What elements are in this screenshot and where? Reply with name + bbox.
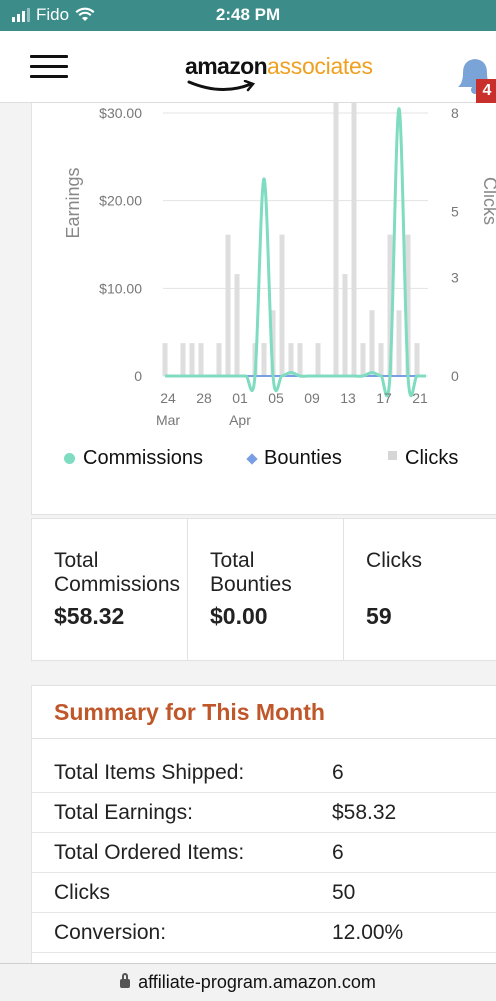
total-clicks-value: 59 bbox=[366, 603, 392, 629]
x-tick-label: 01 bbox=[232, 390, 248, 406]
x-tick-label: 28 bbox=[196, 390, 212, 406]
legend-commissions[interactable]: Commissions bbox=[64, 447, 203, 470]
y-tick-right: 5 bbox=[451, 204, 459, 220]
click-bar bbox=[315, 343, 321, 376]
total-commissions-cell: Total Commissions $58.32 bbox=[32, 519, 189, 660]
click-bar bbox=[342, 274, 348, 376]
chart-legend: Commissions Bounties Clicks bbox=[32, 447, 496, 475]
click-bar bbox=[351, 103, 357, 376]
browser-url-bar[interactable]: affiliate-program.amazon.com bbox=[0, 963, 496, 1000]
y-tick-right: 0 bbox=[451, 368, 459, 384]
click-bar bbox=[198, 343, 204, 376]
summary-row: Clicks 50 bbox=[32, 873, 496, 913]
url-text: affiliate-program.amazon.com bbox=[138, 972, 376, 992]
click-bar bbox=[162, 343, 168, 376]
legend-bounties-label: Bounties bbox=[264, 447, 342, 469]
legend-clicks[interactable]: Clicks bbox=[388, 447, 458, 470]
summary-row-value: 12.00% bbox=[332, 921, 404, 944]
legend-commissions-label: Commissions bbox=[83, 447, 204, 469]
x-tick-label: 21 bbox=[412, 390, 428, 406]
menu-icon[interactable] bbox=[30, 53, 68, 79]
legend-bounties-diamond bbox=[246, 452, 258, 465]
y-tick-right: 3 bbox=[451, 269, 459, 285]
x-tick-label: 09 bbox=[304, 390, 320, 406]
monthly-summary-card: Summary for This Month Total Items Shipp… bbox=[31, 685, 496, 975]
click-bar bbox=[225, 234, 231, 376]
summary-row-label: Conversion: bbox=[54, 921, 167, 944]
summary-row-value: 6 bbox=[332, 761, 344, 784]
total-commissions-value: $58.32 bbox=[54, 603, 125, 629]
logo-word-amazon: amazon bbox=[185, 53, 268, 79]
y-axis-label-right: Clicks bbox=[480, 177, 496, 225]
summary-row-label: Clicks bbox=[54, 881, 110, 904]
summary-row-value: 50 bbox=[332, 881, 356, 904]
y-tick-left: 0 bbox=[134, 368, 142, 384]
legend-bounties[interactable]: Bounties bbox=[246, 447, 342, 470]
total-bounties-label: Total Bounties bbox=[210, 549, 292, 596]
commissions-line bbox=[165, 107, 426, 398]
y-tick-right: 8 bbox=[451, 105, 459, 121]
logo-word-associates: associates bbox=[267, 53, 373, 79]
summary-row: Total Items Shipped: 6 bbox=[32, 753, 496, 793]
y-tick-left: $20.00 bbox=[99, 193, 142, 209]
summary-row-label: Total Earnings: bbox=[54, 801, 193, 824]
summary-row: Total Earnings: $58.32 bbox=[32, 793, 496, 833]
clock: 2:48 PM bbox=[215, 5, 281, 24]
summary-row-value: 6 bbox=[332, 841, 344, 864]
y-tick-left: $10.00 bbox=[99, 280, 142, 296]
x-tick-label: 17 bbox=[376, 390, 392, 406]
x-tick-label: 24 bbox=[160, 390, 176, 406]
notification-badge[interactable]: 4 bbox=[476, 79, 496, 103]
click-bar bbox=[378, 343, 384, 376]
legend-commissions-dot bbox=[64, 453, 75, 464]
lock-icon bbox=[120, 973, 131, 988]
click-bar bbox=[360, 343, 366, 376]
app-header: amazonassociates 4 bbox=[0, 31, 496, 103]
x-month-label: Mar bbox=[156, 412, 180, 428]
click-bar bbox=[216, 343, 222, 376]
x-tick-label: 13 bbox=[340, 390, 356, 406]
totals-panel: Total Commissions $58.32 Total Bounties … bbox=[31, 518, 496, 661]
total-commissions-label: Total Commissions bbox=[54, 549, 181, 596]
click-bar bbox=[297, 343, 303, 376]
total-bounties-cell: Total Bounties $0.00 bbox=[188, 519, 345, 660]
click-bar bbox=[333, 103, 339, 376]
click-bar bbox=[414, 343, 420, 376]
click-bar bbox=[279, 234, 285, 376]
summary-title: Summary for This Month bbox=[32, 686, 496, 739]
total-clicks-cell: Clicks 59 bbox=[344, 519, 496, 660]
summary-row: Total Ordered Items: 6 bbox=[32, 833, 496, 873]
legend-clicks-label: Clicks bbox=[405, 447, 459, 469]
summary-row-label: Total Items Shipped: bbox=[54, 761, 245, 784]
status-bar: Fido 2:48 PM bbox=[0, 0, 496, 31]
x-tick-label: 05 bbox=[268, 390, 284, 406]
click-bar bbox=[261, 343, 267, 376]
total-bounties-value: $0.00 bbox=[210, 603, 268, 629]
summary-row-label: Total Ordered Items: bbox=[54, 841, 245, 864]
click-bar bbox=[396, 310, 402, 376]
amazon-associates-logo[interactable]: amazonassociates bbox=[185, 53, 373, 93]
total-clicks-label: Clicks bbox=[366, 549, 423, 572]
x-month-label: Apr bbox=[229, 412, 251, 428]
click-bar bbox=[180, 343, 186, 376]
y-tick-left: $30.00 bbox=[99, 105, 142, 121]
click-bar bbox=[234, 274, 240, 376]
click-bar bbox=[189, 343, 195, 376]
legend-clicks-square bbox=[388, 451, 397, 460]
logo-smile-icon bbox=[187, 80, 256, 92]
click-bar bbox=[369, 310, 375, 376]
summary-row-value: $58.32 bbox=[332, 801, 397, 824]
y-axis-label-left: Earnings bbox=[63, 167, 83, 238]
summary-row: Conversion: 12.00% bbox=[32, 913, 496, 953]
